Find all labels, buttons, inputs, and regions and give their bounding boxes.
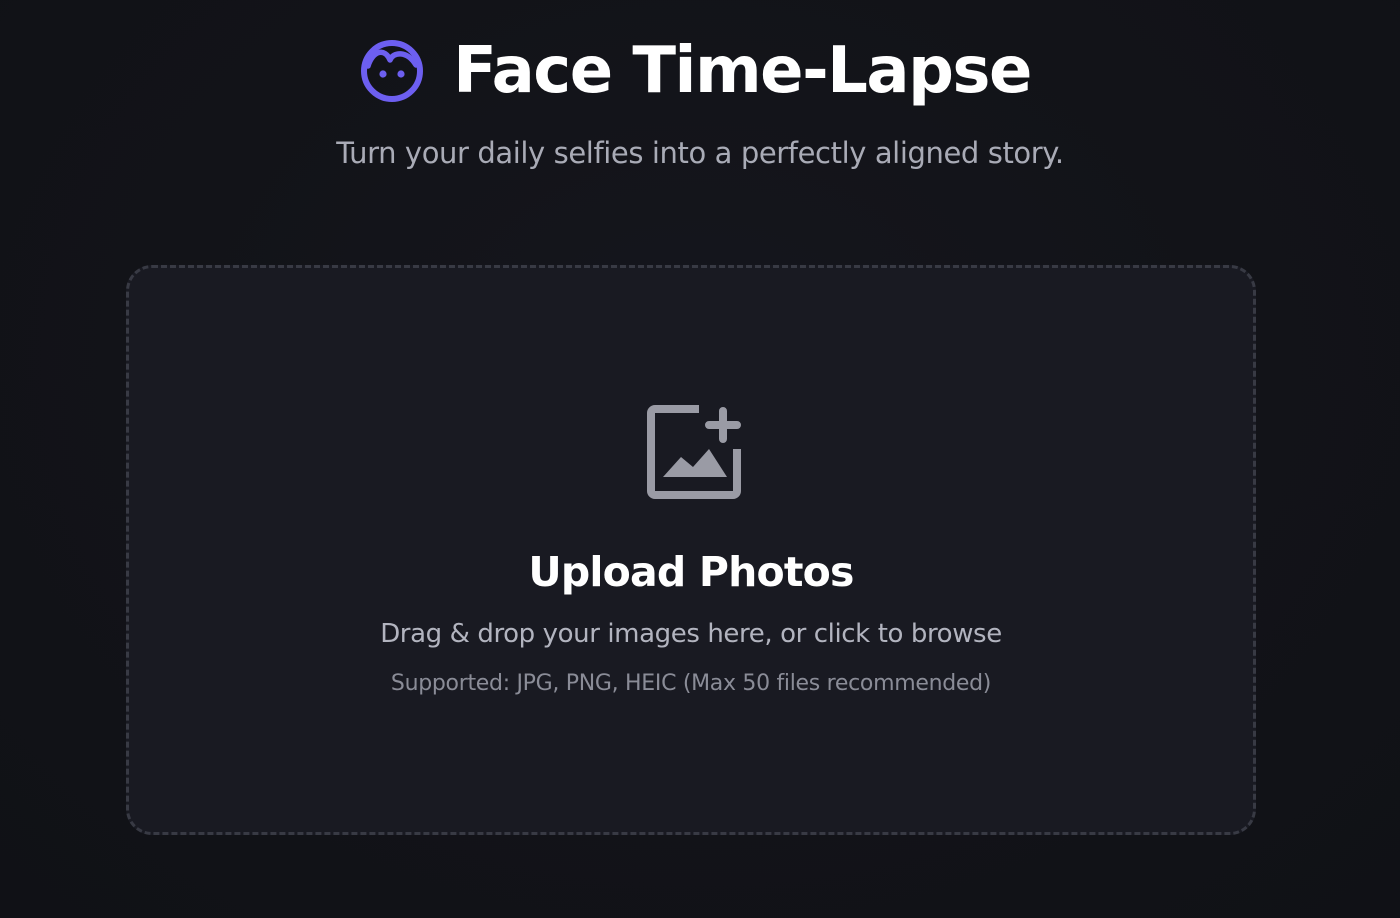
title-row: Face Time-Lapse [0, 32, 1400, 110]
upload-dropzone[interactable]: Upload Photos Drag & drop your images he… [126, 265, 1256, 835]
upload-title: Upload Photos [528, 548, 854, 596]
app-title: Face Time-Lapse [453, 34, 1032, 108]
page-header: Face Time-Lapse Turn your daily selfies … [0, 0, 1400, 200]
app-subtitle: Turn your daily selfies into a perfectly… [336, 136, 1064, 170]
face-icon [359, 38, 425, 104]
supported-formats-hint: Supported: JPG, PNG, HEIC (Max 50 files … [390, 671, 992, 696]
upload-description: Drag & drop your images here, or click t… [380, 619, 1002, 649]
add-photo-icon [647, 405, 743, 501]
